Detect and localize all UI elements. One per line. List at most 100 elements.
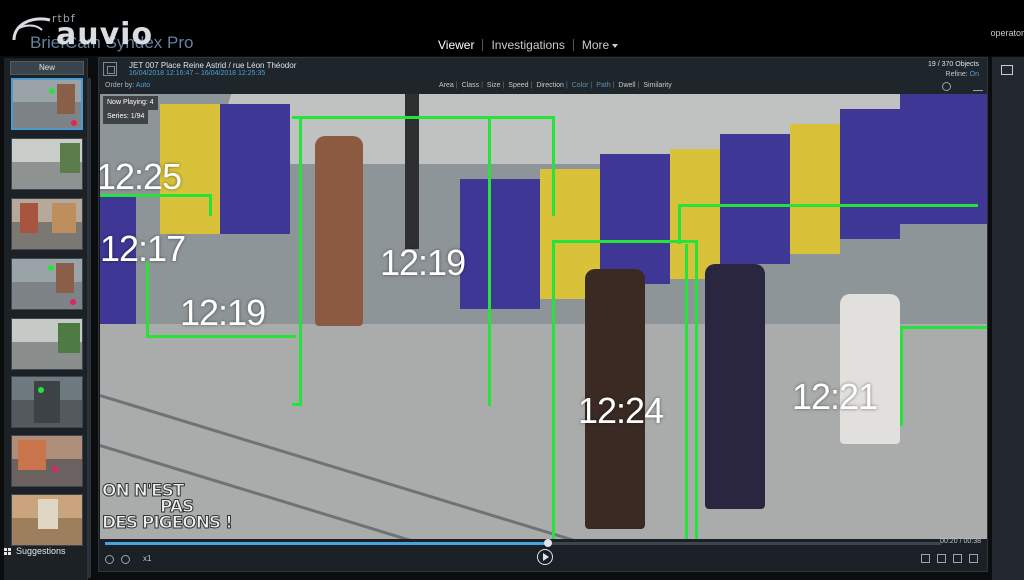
timestamp-label: 12:19 <box>380 242 466 283</box>
thumb-building <box>38 499 58 529</box>
grid-icon <box>4 547 11 555</box>
camera-thumbnail[interactable] <box>11 494 83 546</box>
camera-thumbnail[interactable] <box>11 435 83 487</box>
camera-info-bar: JET 007 Place Reine Astrid / rue Léon Th… <box>99 58 987 94</box>
thumbnail-scrollbar[interactable] <box>88 78 91 578</box>
thumb-building <box>20 203 38 233</box>
timeline-scrubber[interactable] <box>105 539 941 547</box>
timestamp-label: 12:21 <box>792 376 878 417</box>
nav-more-label: More <box>581 38 610 52</box>
camera-view-icon[interactable] <box>1001 65 1013 75</box>
camera-title: JET 007 Place Reine Astrid / rue Léon Th… <box>129 61 297 70</box>
video-frame[interactable]: Now Playing: 4 Series: 1/94 12:25 12:17 … <box>100 94 987 539</box>
green-marker-icon <box>48 265 54 271</box>
nav-investigations[interactable]: Investigations <box>483 38 572 52</box>
expand-icon[interactable] <box>973 82 983 91</box>
refine-value: On <box>969 71 979 78</box>
track-box-edge <box>552 116 555 216</box>
filter-dwell[interactable]: Dwell <box>618 82 635 89</box>
green-marker-icon <box>49 88 55 94</box>
layout-icon[interactable] <box>937 554 946 563</box>
person-silhouette <box>315 136 363 326</box>
filter-color[interactable]: Color <box>572 82 589 89</box>
now-playing-chip: Now Playing: 4 <box>103 96 158 110</box>
order-by-value: Auto <box>135 82 151 89</box>
thumb-building <box>18 440 46 470</box>
main-nav: Viewer Investigations More <box>430 38 626 52</box>
chevron-down-icon <box>612 43 619 48</box>
scene-stripe <box>220 104 290 234</box>
order-by-label: Order by: <box>105 82 135 89</box>
suggestions-button[interactable]: Suggestions <box>4 546 66 556</box>
refine-toggle[interactable]: Refine: On <box>946 71 979 78</box>
playback-controls: 00:20 / 00:38 x1 <box>99 538 987 571</box>
pink-marker-icon <box>52 466 58 472</box>
filter-similarity[interactable]: Similarity <box>643 82 671 89</box>
person-silhouette <box>705 264 765 509</box>
thumb-building <box>56 263 74 293</box>
current-time: 00:20 <box>940 538 958 545</box>
play-button[interactable] <box>537 549 553 565</box>
broadcaster-logo: auvio <box>56 17 154 52</box>
nav-more[interactable]: More <box>574 38 626 52</box>
thumb-building <box>58 323 80 353</box>
track-box-edge <box>678 204 681 244</box>
thumb-building <box>52 203 76 233</box>
timestamp-label: 12:17 <box>100 228 186 269</box>
pink-marker-icon <box>70 299 76 305</box>
filter-speed[interactable]: Speed <box>508 82 528 89</box>
track-box-edge <box>685 244 688 539</box>
scene-stripe <box>840 109 900 239</box>
suggestions-label: Suggestions <box>16 546 66 556</box>
scene-stripe <box>790 124 840 254</box>
order-by-control[interactable]: Order by: Auto <box>105 82 150 89</box>
track-box-edge <box>678 204 978 207</box>
playback-speed[interactable]: x1 <box>143 554 151 563</box>
camera-thumbnail[interactable] <box>11 376 83 428</box>
time-readout: 00:20 / 00:38 <box>940 538 981 545</box>
filter-bar: Area | Class | Size | Speed | Direction | Col… <box>439 82 672 89</box>
pink-marker-icon <box>71 120 77 126</box>
thumb-building <box>60 143 80 173</box>
camera-thumbnail[interactable] <box>11 198 83 250</box>
camera-thumbnail[interactable] <box>11 258 83 310</box>
video-viewer: JET 007 Place Reine Astrid / rue Léon Th… <box>98 57 988 572</box>
object-count: 19 / 370 Objects <box>928 61 979 68</box>
scene-stripe <box>720 134 790 264</box>
export-icon[interactable] <box>953 554 962 563</box>
timestamp-label: 12:24 <box>578 390 664 431</box>
camera-thumbnail[interactable] <box>11 78 83 130</box>
filter-area[interactable]: Area <box>439 82 454 89</box>
watermark-line: DES PIGEONS ! <box>102 513 234 534</box>
timeline-handle[interactable] <box>544 539 553 547</box>
filter-path[interactable]: Path <box>596 82 610 89</box>
rewind-icon[interactable] <box>105 555 114 564</box>
person-silhouette <box>840 294 900 444</box>
track-box-right-edge <box>488 116 491 406</box>
filter-direction[interactable]: Direction <box>536 82 564 89</box>
fullscreen-icon[interactable] <box>969 554 978 563</box>
nav-viewer[interactable]: Viewer <box>430 38 482 52</box>
user-menu[interactable]: operator <box>990 28 1024 38</box>
timeline-progress <box>105 542 549 545</box>
loop-icon[interactable] <box>121 555 130 564</box>
filter-size[interactable]: Size <box>487 82 501 89</box>
show-watermark: ON N'EST PAS DES PIGEONS ! <box>100 481 240 534</box>
camera-thumbnail[interactable] <box>11 318 83 370</box>
track-box-top-edge <box>292 116 552 119</box>
settings-icon[interactable] <box>942 82 951 91</box>
series-chip: Series: 1/94 <box>103 110 149 124</box>
timestamp-label: 12:25 <box>100 156 182 197</box>
track-box-left-edge[interactable] <box>292 116 302 406</box>
track-box-1221[interactable] <box>900 326 987 426</box>
camera-thumbnail[interactable] <box>11 138 83 190</box>
top-bar: rtbf BriefCam Syndex Pro auvio Viewer In… <box>0 0 1024 56</box>
filter-class[interactable]: Class <box>462 82 480 89</box>
new-button[interactable]: New <box>10 61 84 75</box>
camera-icon <box>103 62 117 76</box>
total-time: 00:38 <box>963 538 981 545</box>
thumb-building <box>57 84 75 114</box>
snapshot-icon[interactable] <box>921 554 930 563</box>
scene-stripe <box>460 179 540 309</box>
camera-time-range: 16/04/2018 12:16:47 – 16/04/2018 12:25:3… <box>129 70 266 77</box>
